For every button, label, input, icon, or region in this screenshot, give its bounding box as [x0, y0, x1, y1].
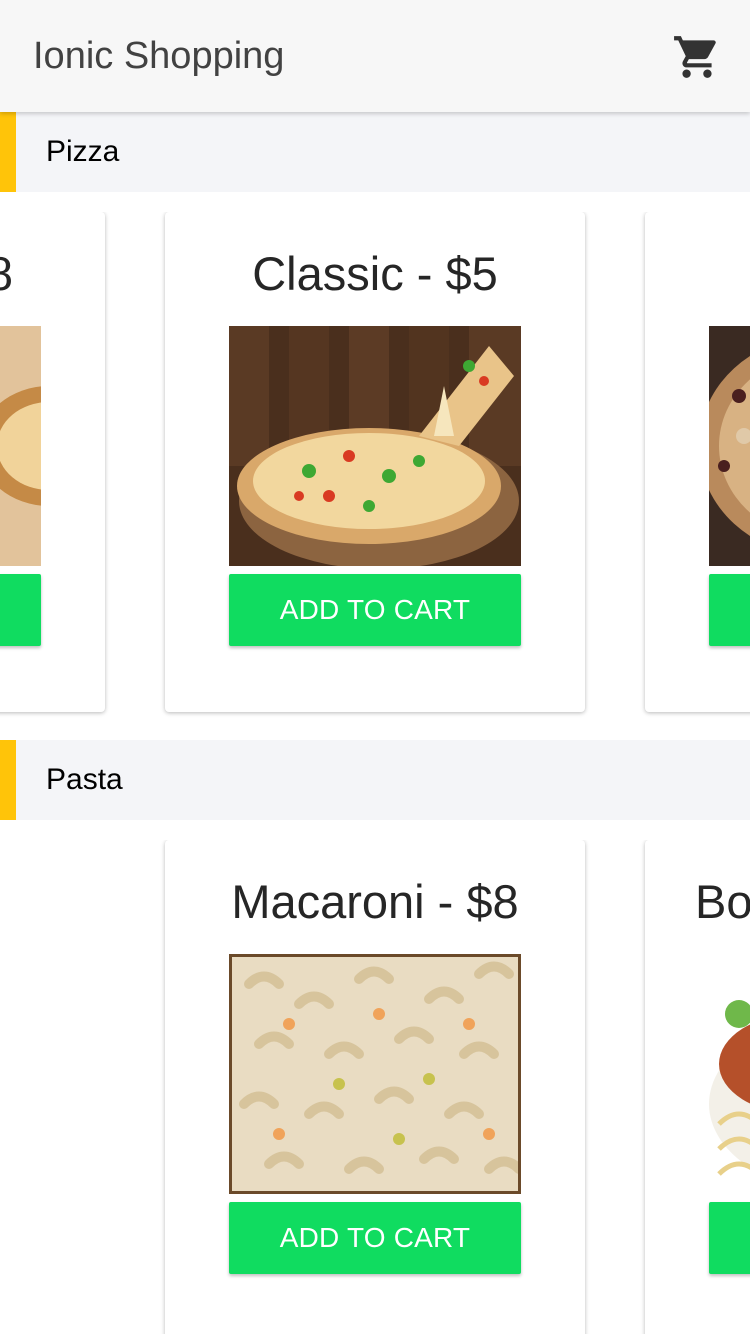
product-card [645, 212, 750, 712]
pizza-product-slider[interactable]: 8 Classic - $5 [0, 212, 750, 722]
product-image [229, 326, 521, 566]
pizza-image [709, 326, 750, 566]
pasta-product-slider[interactable]: Macaroni - $8 ADD TO CART Bo [0, 840, 750, 1334]
add-to-cart-button[interactable]: ADD TO CART [229, 574, 521, 646]
pizza-image [229, 326, 521, 566]
product-title: Classic - $5 [252, 247, 498, 300]
product-image [709, 954, 750, 1194]
add-to-cart-button[interactable]: ADD TO CART [229, 1202, 521, 1274]
add-to-cart-button[interactable] [709, 574, 750, 646]
product-card: Bo [645, 840, 750, 1334]
product-title: Bo [695, 875, 750, 928]
product-title: Macaroni - $8 [231, 875, 519, 928]
product-image [709, 326, 750, 566]
product-card: Classic - $5 ADD TO CART [165, 212, 585, 712]
section-label-pasta: Pasta [46, 763, 123, 796]
section-label-pizza: Pizza [46, 135, 120, 168]
section-accent-bar [0, 112, 16, 192]
section-header-pasta: Pasta [0, 740, 750, 820]
product-image [0, 326, 41, 566]
cart-button[interactable] [672, 32, 722, 82]
toolbar: Ionic Shopping [0, 0, 750, 112]
cart-icon [674, 36, 716, 78]
section-accent-bar [0, 740, 16, 820]
product-image [229, 954, 521, 1194]
product-title: 8 [0, 246, 105, 302]
bolognese-image [709, 954, 750, 1194]
app-title: Ionic Shopping [33, 35, 285, 77]
product-card: Macaroni - $8 ADD TO CART [165, 840, 585, 1334]
add-to-cart-button[interactable] [709, 1202, 750, 1274]
product-card: 8 [0, 212, 105, 712]
pizza-image [0, 326, 41, 566]
add-to-cart-button[interactable] [0, 574, 41, 646]
macaroni-image [229, 954, 521, 1194]
section-header-pizza: Pizza [0, 112, 750, 192]
